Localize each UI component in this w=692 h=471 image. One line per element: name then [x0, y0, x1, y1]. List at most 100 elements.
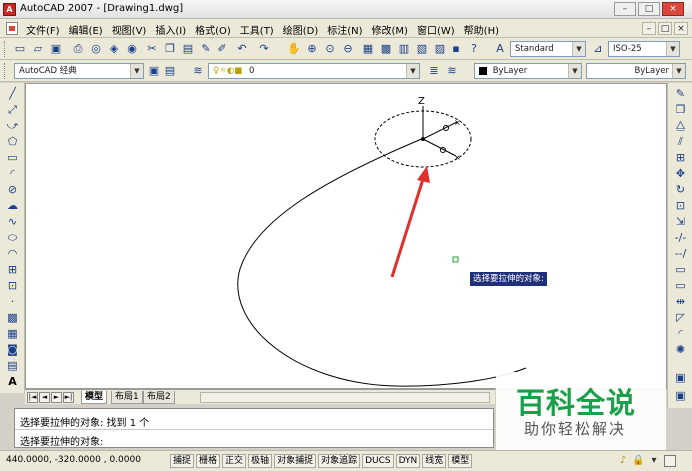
toolbar-options-icon[interactable]: ▣ [673, 389, 688, 403]
spline-icon[interactable]: ∿ [5, 215, 20, 229]
join-icon[interactable]: ⇹ [673, 295, 688, 309]
point-icon[interactable]: · [5, 295, 20, 309]
copy-object-icon[interactable]: ❐ [673, 103, 688, 117]
color-select[interactable]: ByLayer ▼ [474, 63, 582, 79]
break-icon[interactable]: ▭ [673, 279, 688, 293]
cut-icon[interactable]: ✂ [144, 41, 160, 57]
explode-icon[interactable]: ✺ [673, 343, 688, 357]
chevron-down-icon[interactable]: ▼ [406, 64, 419, 78]
copy-icon[interactable]: ❐ [162, 41, 178, 57]
make-current-layer-icon[interactable]: ≣ [426, 63, 442, 79]
polygon-icon[interactable]: ⬠ [5, 135, 20, 149]
print-icon[interactable]: ⎙ [70, 41, 86, 57]
array-icon[interactable]: ⊞ [673, 151, 688, 165]
undo-icon[interactable]: ↶ [234, 41, 250, 57]
break-at-point-icon[interactable]: ▭ [673, 263, 688, 277]
doc-close-button[interactable]: × [674, 22, 688, 35]
dyn-toggle[interactable]: DYN [395, 454, 421, 468]
chevron-down-icon[interactable]: ▼ [572, 42, 585, 56]
construction-line-icon[interactable]: ⤢ [5, 103, 20, 117]
scale-icon[interactable]: ⊡ [673, 199, 688, 213]
horizontal-scrollbar[interactable] [200, 392, 490, 403]
toolbar-grip[interactable] [4, 41, 7, 57]
last-tab-button[interactable]: ►| [63, 392, 74, 403]
menu-edit[interactable]: 编辑(E) [69, 22, 103, 37]
zoom-previous-icon[interactable]: ⊖ [340, 41, 356, 57]
calculator-icon[interactable]: ▪ [448, 41, 464, 57]
stretch-curve[interactable] [237, 137, 527, 387]
tool-palettes-icon[interactable]: ▥ [396, 41, 412, 57]
properties-icon[interactable]: ▦ [360, 41, 376, 57]
menu-view[interactable]: 视图(V) [112, 22, 147, 37]
grid-toggle[interactable]: 栅格 [196, 454, 221, 468]
communication-center-icon[interactable]: ♪ [617, 455, 629, 467]
stretch-icon[interactable]: ⇲ [673, 215, 688, 229]
tab-model[interactable]: 模型 [81, 391, 108, 404]
first-tab-button[interactable]: |◄ [27, 392, 38, 403]
otrack-toggle[interactable]: 对象追踪 [318, 454, 361, 468]
ellipse-icon[interactable]: ⬭ [5, 231, 20, 245]
erase-icon[interactable]: ✎ [673, 87, 688, 101]
menu-help[interactable]: 帮助(H) [464, 22, 499, 37]
document-icon[interactable] [6, 22, 18, 35]
workspace-settings-icon[interactable]: ▣ [146, 63, 162, 79]
maximize-button[interactable]: □ [638, 2, 660, 16]
draworder-icon[interactable]: ▣ [673, 371, 688, 385]
text-style-icon[interactable]: A [492, 41, 508, 57]
doc-minimize-button[interactable]: – [642, 22, 656, 35]
lock-icon[interactable]: 🔒 [632, 455, 644, 467]
ducs-toggle[interactable]: DUCS [362, 454, 394, 468]
make-block-icon[interactable]: ⊡ [5, 279, 20, 293]
chevron-down-icon[interactable]: ▼ [130, 64, 143, 78]
tab-layout1[interactable]: 布局1 [111, 391, 143, 404]
offset-icon[interactable]: ⫽ [673, 135, 688, 149]
multiline-text-icon[interactable]: A [5, 375, 20, 389]
dim-style-select[interactable]: ISO-25 ▼ [608, 41, 680, 57]
markup-icon[interactable]: ▨ [432, 41, 448, 57]
layer-manager-icon[interactable]: ≋ [190, 63, 206, 79]
rectangle-icon[interactable]: ▭ [5, 151, 20, 165]
chevron-down-icon[interactable]: ▼ [666, 42, 679, 56]
close-button[interactable]: × [662, 2, 684, 16]
autocad-app-icon[interactable]: A [3, 3, 16, 16]
polyline-icon[interactable]: ⤻ [5, 119, 20, 133]
status-menu-icon[interactable]: ▾ [648, 455, 660, 467]
open-icon[interactable]: ▱ [30, 41, 46, 57]
trim-icon[interactable]: -/- [673, 231, 688, 245]
pan-icon[interactable]: ✋ [286, 41, 302, 57]
osnap-toggle[interactable]: 对象捕捉 [274, 454, 317, 468]
ortho-toggle[interactable]: 正交 [222, 454, 247, 468]
snap-toggle[interactable]: 捕捉 [170, 454, 195, 468]
publish-icon[interactable]: ◈ [106, 41, 122, 57]
zoom-realtime-icon[interactable]: ⊕ [304, 41, 320, 57]
menu-file[interactable]: 文件(F) [26, 22, 60, 37]
menu-insert[interactable]: 插入(I) [155, 22, 186, 37]
layer-previous-icon[interactable]: ≋ [444, 63, 460, 79]
chevron-down-icon[interactable]: ▼ [672, 64, 685, 78]
insert-block-icon[interactable]: ⊞ [5, 263, 20, 277]
drawing-area[interactable]: Z × × 选择要拉伸的对象: [25, 83, 667, 389]
circle-icon[interactable]: ⊘ [5, 183, 20, 197]
menu-draw[interactable]: 绘图(D) [283, 22, 319, 37]
previous-tab-button[interactable]: ◄ [39, 392, 50, 403]
workspace-select[interactable]: AutoCAD 经典 ▼ [14, 63, 144, 79]
menu-dimension[interactable]: 标注(N) [327, 22, 362, 37]
doc-restore-button[interactable]: □ [658, 22, 672, 35]
gradient-icon[interactable]: ▦ [5, 327, 20, 341]
line-icon[interactable]: ╱ [5, 87, 20, 101]
arc-icon[interactable]: ◜ [5, 167, 20, 181]
tab-layout2[interactable]: 布局2 [143, 391, 175, 404]
plot-preview-icon[interactable]: ◎ [88, 41, 104, 57]
linetype-select[interactable]: ByLayer ▼ [586, 63, 686, 79]
paste-icon[interactable]: ▤ [180, 41, 196, 57]
save-icon[interactable]: ▣ [48, 41, 64, 57]
text-style-select[interactable]: Standard ▼ [510, 41, 586, 57]
menu-modify[interactable]: 修改(M) [372, 22, 408, 37]
hatch-icon[interactable]: ▩ [5, 311, 20, 325]
dim-style-icon[interactable]: ⊿ [590, 41, 606, 57]
zoom-window-icon[interactable]: ⊙ [322, 41, 338, 57]
design-center-icon[interactable]: ▩ [378, 41, 394, 57]
fillet-icon[interactable]: ◜ [673, 327, 688, 341]
sheet-set-icon[interactable]: ▧ [414, 41, 430, 57]
region-icon[interactable]: ◙ [5, 343, 20, 357]
